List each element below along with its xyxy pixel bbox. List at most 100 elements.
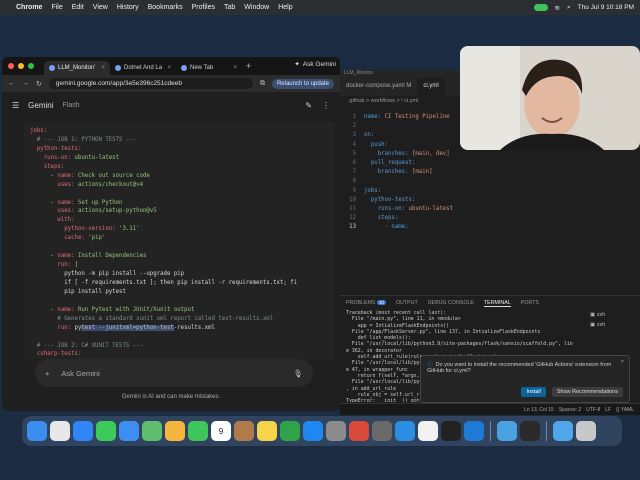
gemini-title[interactable]: Gemini (28, 101, 53, 110)
back-icon[interactable]: ← (8, 80, 15, 87)
search-icon[interactable]: ⌕ (567, 4, 571, 12)
notes-icon[interactable] (257, 421, 277, 441)
relaunch-button[interactable]: Relaunch to update (271, 78, 334, 89)
line-number: 6 (352, 160, 356, 167)
model-selector[interactable]: Flash (63, 102, 80, 109)
docker-icon[interactable] (395, 421, 415, 441)
yaml-key: steps: (364, 215, 399, 222)
code-token: Install Dependencies (77, 253, 147, 260)
tab-label: LLM_Monitor/ (58, 65, 95, 71)
code-token: - (30, 306, 58, 313)
address-bar[interactable]: gemini.google.com/app/3e5e396c251cdeeb (48, 78, 253, 89)
tab-close-icon[interactable]: × (167, 65, 171, 71)
yaml-key: pull_request: (364, 160, 416, 167)
status-item[interactable]: Spaces: 2 (559, 407, 581, 413)
panel-tab[interactable]: DEBUG CONSOLE (428, 300, 474, 307)
menu-item-edit[interactable]: Edit (72, 4, 84, 11)
status-item[interactable]: {} YAML (616, 407, 634, 413)
mail-app-icon[interactable] (497, 421, 517, 441)
tab-favicon-icon (181, 65, 187, 71)
editor-line: 12 steps: (340, 214, 640, 223)
editor-tab[interactable]: docker-compose.yaml M (340, 78, 417, 96)
new-tab-button[interactable]: + (246, 61, 251, 71)
editor-tab[interactable]: ci.yml (417, 78, 445, 96)
new-chat-icon[interactable]: ✎ (305, 101, 312, 110)
chatgpt-icon[interactable] (349, 421, 369, 441)
wifi-icon[interactable]: ≋ (555, 4, 560, 12)
photos-icon[interactable] (165, 421, 185, 441)
yaml-key: name: (364, 114, 385, 120)
minimize-window-icon[interactable] (18, 63, 24, 69)
terminal-instance[interactable]: ▣ zsh (590, 310, 634, 320)
show-recommendations-button[interactable]: Show Recommendations (551, 387, 623, 397)
status-item[interactable]: UTF-8 (586, 407, 600, 413)
clock-icon[interactable] (520, 421, 540, 441)
clock[interactable]: Thu Jul 9 10:18 PM (578, 4, 634, 11)
contacts-icon[interactable] (234, 421, 254, 441)
breadcrumb[interactable]: .github > workflows > ! ci.yml (348, 98, 418, 104)
mail-icon[interactable] (119, 421, 139, 441)
menu-item-file[interactable]: File (51, 4, 62, 11)
finder-icon[interactable] (27, 421, 47, 441)
calendar-icon[interactable]: 9 (211, 421, 231, 441)
menu-item-profiles[interactable]: Profiles (192, 4, 215, 11)
trash-icon[interactable] (576, 421, 596, 441)
panel-tab[interactable]: TERMINAL (483, 300, 511, 307)
browser-tab[interactable]: LLM_Monitor/ × (44, 61, 110, 75)
panel-tab[interactable]: OUTPUT (396, 300, 418, 307)
forward-icon[interactable]: → (22, 80, 29, 87)
line-number: 8 (352, 178, 356, 185)
code-token: -results.xml (173, 324, 215, 331)
messages-icon[interactable] (96, 421, 116, 441)
maps-icon[interactable] (142, 421, 162, 441)
chrome-icon[interactable] (418, 421, 438, 441)
panel-tab[interactable]: PROBLEMS 10 (346, 300, 386, 307)
code-line: uses: actions/setup-python@v5 (30, 207, 334, 216)
code-token: | (74, 262, 78, 269)
settings-icon[interactable] (326, 421, 346, 441)
app-store-icon[interactable] (303, 421, 323, 441)
menu-item-tab[interactable]: Tab (224, 4, 235, 11)
menu-item-view[interactable]: View (93, 4, 108, 11)
vpn-icon[interactable] (372, 421, 392, 441)
close-window-icon[interactable] (8, 63, 14, 69)
menu-item-history[interactable]: History (117, 4, 139, 11)
browser-tab[interactable]: New Tab × (176, 61, 242, 75)
status-item[interactable]: LF (605, 407, 611, 413)
status-item[interactable]: Ln 13, Col 15 (524, 407, 554, 413)
camera-toggle-icon[interactable] (533, 4, 548, 11)
menu-item-window[interactable]: Window (244, 4, 269, 11)
zoom-window-icon[interactable] (28, 63, 34, 69)
code-token: Check out source code (77, 172, 150, 179)
add-icon[interactable]: + (45, 369, 49, 378)
menu-icon[interactable]: ☰ (12, 101, 19, 110)
microphone-icon[interactable]: 🎙 (293, 369, 303, 378)
more-icon[interactable]: ⋮ (322, 101, 330, 110)
launchpad-icon[interactable] (50, 421, 70, 441)
tab-close-icon[interactable]: × (101, 65, 105, 71)
facetime-icon[interactable] (188, 421, 208, 441)
install-button[interactable]: Install (521, 387, 546, 397)
panel-tab[interactable]: PORTS (521, 300, 539, 307)
ask-gemini-button[interactable]: ✦ Ask Gemini (294, 60, 336, 69)
browser-tab[interactable]: Dotnet And La × (110, 61, 176, 75)
prompt-input[interactable]: + Ask Gemini 🎙 (35, 359, 313, 387)
terminal-instance[interactable]: ▣ zsh (590, 320, 634, 330)
code-token: '3.11' (119, 226, 140, 233)
code-token: actions/checkout@v4 (77, 181, 144, 188)
menu-item-help[interactable]: Help (278, 4, 292, 11)
close-icon[interactable]: × (621, 359, 624, 365)
terminal-icon[interactable] (441, 421, 461, 441)
code-token: csharp-tests: (30, 351, 82, 358)
numbers-icon[interactable] (280, 421, 300, 441)
menu-app-name[interactable]: Chrome (16, 4, 42, 11)
vscode-icon[interactable] (464, 421, 484, 441)
code-token: jobs: (30, 128, 48, 134)
safari-icon[interactable] (73, 421, 93, 441)
folder-icon[interactable] (553, 421, 573, 441)
tab-close-icon[interactable]: × (233, 65, 237, 71)
code-token: actions/setup-python@v5 (77, 208, 157, 215)
extensions-icon[interactable]: ⧉ (260, 80, 265, 88)
reload-icon[interactable]: ↻ (36, 80, 42, 88)
menu-item-bookmarks[interactable]: Bookmarks (148, 4, 183, 11)
